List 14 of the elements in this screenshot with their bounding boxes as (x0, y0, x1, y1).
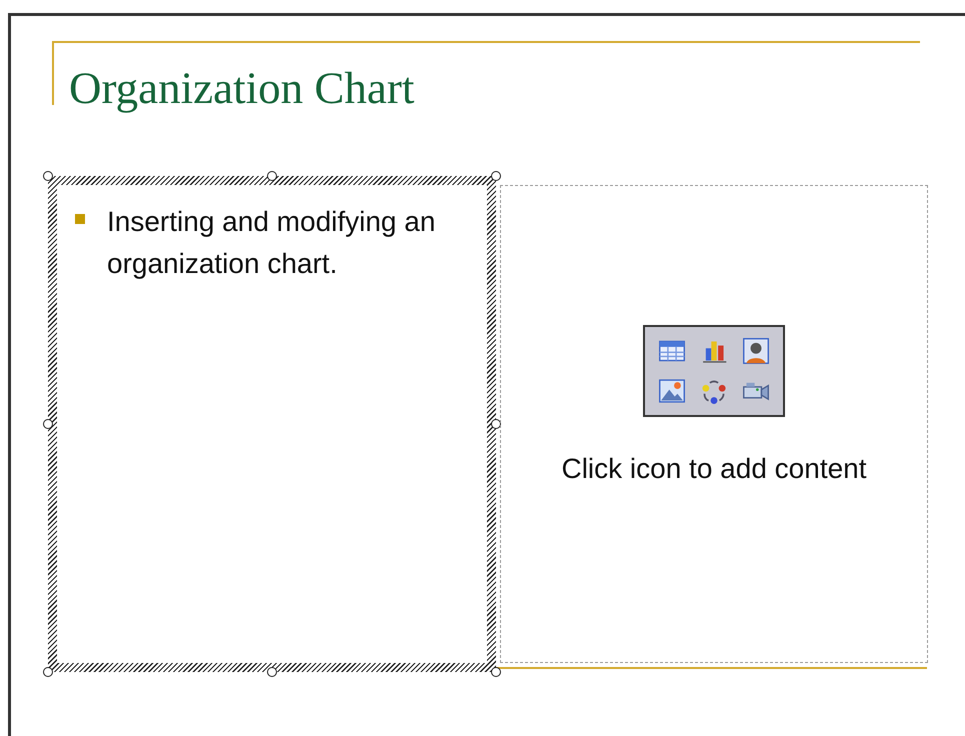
resize-handle[interactable] (267, 667, 277, 677)
text-placeholder[interactable]: Inserting and modifying an organization chart. (48, 176, 496, 672)
bullet-text: Inserting and modifying an organization chart. (107, 205, 436, 281)
placeholder-hint: Click icon to add content (561, 453, 867, 485)
resize-handle[interactable] (43, 419, 53, 429)
person-icon[interactable] (741, 336, 771, 366)
slide-title[interactable]: Organization Chart (69, 62, 414, 114)
bullet-icon (75, 214, 85, 224)
resize-handle[interactable] (43, 171, 53, 181)
resize-handle[interactable] (491, 667, 501, 677)
content-placeholder[interactable]: Click icon to add content (500, 185, 928, 663)
resize-handle[interactable] (491, 171, 501, 181)
resize-handle[interactable] (267, 171, 277, 181)
resize-handle[interactable] (43, 667, 53, 677)
